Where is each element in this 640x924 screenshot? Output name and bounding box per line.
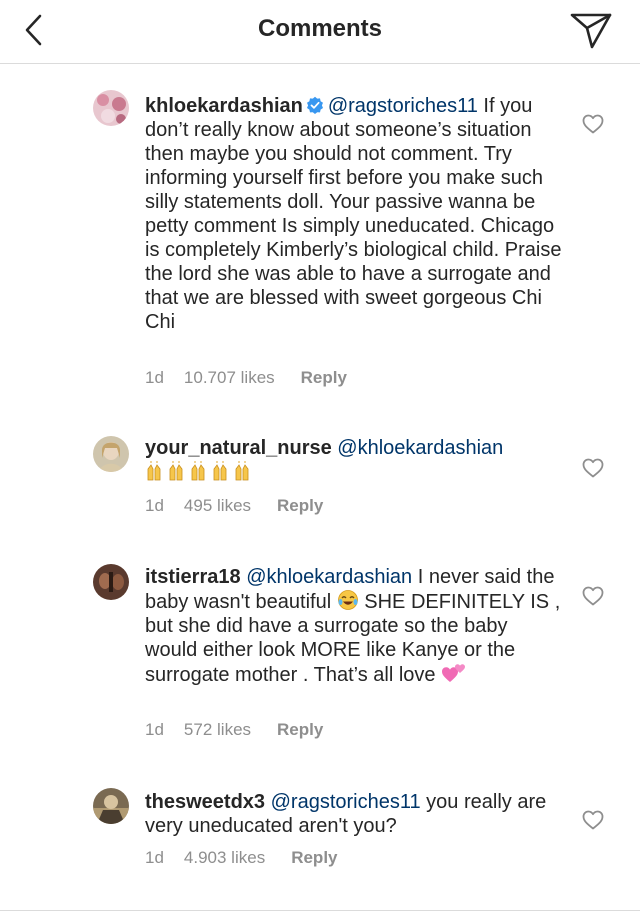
- comment-message: If you don’t really know about someone’s…: [145, 95, 562, 333]
- comment-time: 1d: [145, 496, 164, 515]
- avatar[interactable]: [93, 788, 129, 824]
- paper-plane-icon[interactable]: [566, 10, 614, 50]
- comment-username[interactable]: khloekardashian: [145, 95, 303, 117]
- comment-text: khloekardashian @ragstoriches11 If you do…: [145, 94, 565, 334]
- comment-username[interactable]: your_natural_nurse: [145, 437, 332, 459]
- comment-username[interactable]: itstierra18: [145, 566, 241, 588]
- comment-text: thesweetdx3 @ragstoriches11 you really a…: [145, 790, 565, 838]
- comment-meta: 1d 4.903 likes Reply: [145, 848, 338, 868]
- reply-button[interactable]: Reply: [277, 720, 323, 740]
- heart-icon[interactable]: [582, 586, 604, 606]
- comments-header: Comments: [0, 0, 640, 64]
- comment-time: 1d: [145, 720, 164, 739]
- reply-button[interactable]: Reply: [277, 496, 323, 516]
- comment-mention[interactable]: @khloekardashian: [337, 437, 503, 459]
- heart-icon[interactable]: [582, 810, 604, 830]
- heart-icon[interactable]: [582, 114, 604, 134]
- comment-likes[interactable]: 495 likes: [184, 496, 251, 516]
- two-hearts-emoji-icon: [442, 664, 466, 682]
- tears-of-joy-emoji-icon: [337, 590, 358, 610]
- verified-badge-icon: [306, 96, 323, 114]
- comment-meta: 1d 495 likes Reply: [145, 496, 323, 516]
- reply-button[interactable]: Reply: [301, 368, 347, 388]
- comment-likes[interactable]: 4.903 likes: [184, 848, 265, 868]
- avatar[interactable]: [93, 90, 129, 126]
- comment-likes[interactable]: 10.707 likes: [184, 368, 275, 388]
- comment-mention[interactable]: @khloekardashian: [246, 566, 412, 588]
- comment-mention[interactable]: @ragstoriches11: [328, 95, 478, 117]
- praise-hands-emoji-icon: [147, 461, 249, 481]
- page-title: Comments: [257, 15, 383, 42]
- comment-time: 1d: [145, 368, 164, 387]
- divider: [0, 910, 640, 911]
- comment-meta: 1d 572 likes Reply: [145, 720, 323, 740]
- avatar[interactable]: [93, 564, 129, 600]
- reply-button[interactable]: Reply: [291, 848, 337, 868]
- comment-time: 1d: [145, 848, 164, 867]
- comment-mention[interactable]: @ragstoriches11: [271, 791, 421, 813]
- comment-text: your_natural_nurse @khloekardashian: [145, 436, 565, 485]
- comment-username[interactable]: thesweetdx3: [145, 791, 265, 813]
- comment-text: itstierra18 @khloekardashian I never sai…: [145, 565, 565, 687]
- comment-likes[interactable]: 572 likes: [184, 720, 251, 740]
- heart-icon[interactable]: [582, 458, 604, 478]
- comment-meta: 1d 10.707 likes Reply: [145, 368, 347, 388]
- avatar[interactable]: [93, 436, 129, 472]
